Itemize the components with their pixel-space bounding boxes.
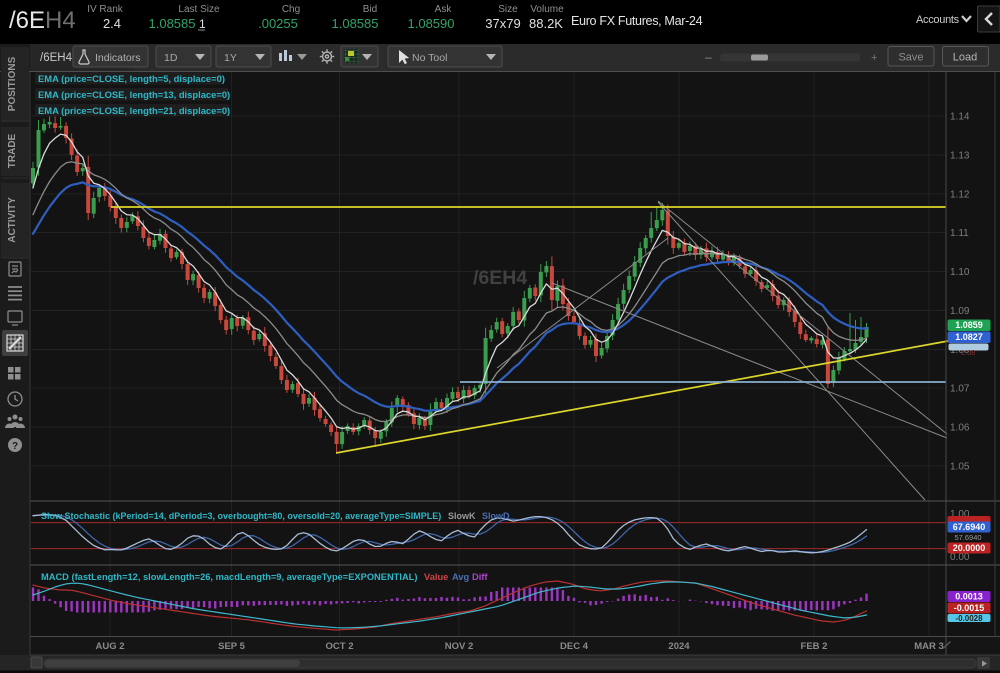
svg-text:1: 1: [199, 17, 206, 31]
svg-text:.00255: .00255: [258, 16, 298, 31]
svg-text:SEP 5: SEP 5: [218, 641, 245, 652]
svg-text:Ask: Ask: [435, 4, 453, 15]
svg-text:1.09: 1.09: [950, 306, 970, 317]
svg-text:1.05: 1.05: [950, 462, 970, 473]
svg-text:ACTIVITY: ACTIVITY: [7, 197, 18, 243]
svg-text:Diff: Diff: [472, 572, 488, 582]
svg-text:37x79: 37x79: [485, 16, 520, 31]
svg-text:FEB 2: FEB 2: [801, 641, 828, 652]
svg-text:20.0000: 20.0000: [953, 543, 986, 553]
svg-text:1.10: 1.10: [950, 267, 970, 278]
svg-text:MACD (fastLength=12, slowLengt: MACD (fastLength=12, slowLength=26, macd…: [41, 572, 417, 582]
svg-text:SlowK: SlowK: [448, 511, 476, 521]
svg-text:Accounts: Accounts: [916, 14, 960, 26]
svg-text:EMA (price=CLOSE, length=5, di: EMA (price=CLOSE, length=5, displace=0): [38, 73, 225, 84]
svg-text:TRADE: TRADE: [7, 133, 18, 168]
svg-text:1.07: 1.07: [950, 384, 970, 395]
svg-text:+: +: [871, 52, 877, 64]
svg-text:/6E: /6E: [9, 7, 45, 34]
svg-text:1Y: 1Y: [224, 52, 237, 64]
svg-text:Last Size: Last Size: [178, 4, 220, 15]
svg-text:0.0013: 0.0013: [955, 592, 983, 602]
svg-text:EMA (price=CLOSE, length=13, d: EMA (price=CLOSE, length=13, displace=0): [38, 89, 230, 100]
svg-text:1.08590: 1.08590: [408, 16, 455, 31]
svg-text:Volume: Volume: [530, 4, 564, 15]
svg-text:MAR 3: MAR 3: [914, 641, 944, 652]
svg-text:IV Rank: IV Rank: [87, 4, 124, 15]
svg-text:–: –: [705, 50, 712, 64]
svg-text:NOV 2: NOV 2: [445, 641, 474, 652]
svg-text:EMA (price=CLOSE, length=21, d: EMA (price=CLOSE, length=21, displace=0): [38, 105, 230, 116]
svg-text:Indicators: Indicators: [95, 52, 141, 64]
svg-text:57.6940: 57.6940: [954, 533, 981, 542]
svg-text:Euro FX Futures, Mar-24: Euro FX Futures, Mar-24: [571, 14, 703, 28]
svg-text:88.2K: 88.2K: [529, 16, 563, 31]
svg-text:1.08585: 1.08585: [149, 16, 196, 31]
svg-text:2.4: 2.4: [103, 16, 121, 31]
svg-text:Slow Stochastic (kPeriod=14, d: Slow Stochastic (kPeriod=14, dPeriod=3, …: [41, 511, 441, 521]
svg-text:Save: Save: [898, 52, 923, 64]
svg-text:1.08585: 1.08585: [332, 16, 379, 31]
svg-text:1D: 1D: [164, 52, 178, 64]
svg-text:1.0827: 1.0827: [955, 332, 983, 342]
svg-text:/6EH4: /6EH4: [473, 267, 527, 289]
svg-text:SlowD: SlowD: [482, 511, 510, 521]
svg-text:1.06: 1.06: [950, 423, 970, 434]
svg-text:DEC 4: DEC 4: [560, 641, 589, 652]
svg-text:1.08: 1.08: [961, 348, 976, 357]
svg-text:1.13: 1.13: [950, 150, 970, 161]
svg-text:1.14: 1.14: [950, 112, 970, 123]
svg-text:1.12: 1.12: [950, 189, 970, 200]
svg-text:Size: Size: [498, 4, 518, 15]
svg-text:0.00: 0.00: [950, 552, 970, 563]
svg-text:-0.0028: -0.0028: [955, 614, 983, 623]
svg-text:67.6940: 67.6940: [953, 522, 986, 532]
svg-text:AUG 2: AUG 2: [95, 641, 124, 652]
svg-text:Value: Value: [424, 572, 448, 582]
svg-text:1.0859: 1.0859: [955, 320, 983, 330]
svg-text:2024: 2024: [668, 641, 690, 652]
svg-text:1.11: 1.11: [950, 228, 969, 239]
svg-text:POSITIONS: POSITIONS: [7, 56, 18, 111]
svg-text:/6EH4: /6EH4: [40, 52, 73, 64]
svg-text:Avg: Avg: [452, 572, 470, 582]
svg-text:-0.0015: -0.0015: [954, 603, 985, 613]
svg-text:H4: H4: [45, 7, 76, 34]
svg-text:Load: Load: [953, 52, 977, 64]
svg-text:No Tool: No Tool: [412, 52, 447, 64]
svg-text:?: ?: [12, 441, 18, 452]
svg-text:Bid: Bid: [363, 4, 377, 15]
svg-text:Chg: Chg: [282, 4, 300, 15]
svg-text:OCT 2: OCT 2: [326, 641, 354, 652]
